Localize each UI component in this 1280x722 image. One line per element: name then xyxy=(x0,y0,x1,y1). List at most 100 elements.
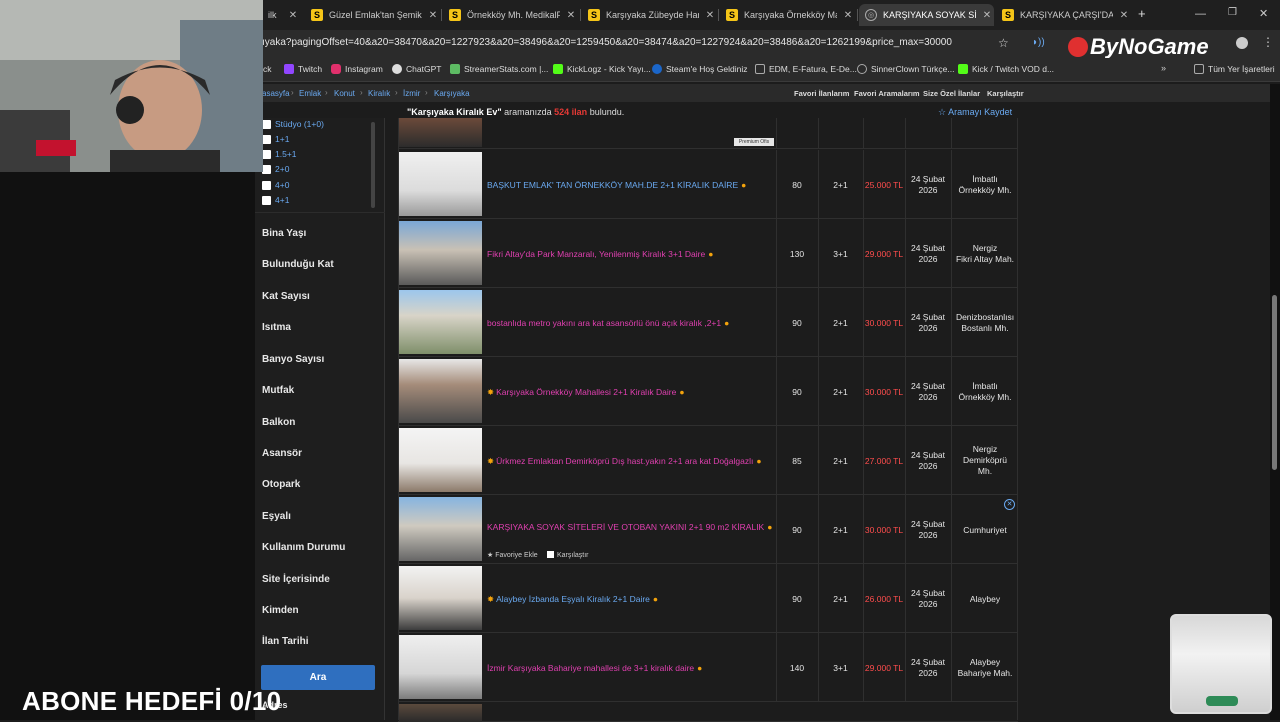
listing-title[interactable]: ✸ Alaybey İzbanda Eşyalı Kiralık 2+1 Dair… xyxy=(487,594,658,605)
room-list-scrollbar[interactable] xyxy=(371,122,375,208)
window-close-icon[interactable]: ✕ xyxy=(1259,7,1268,20)
room-checkbox-1.5+1[interactable] xyxy=(262,150,271,159)
breadcrumb-karsiyaka[interactable]: Karşıyaka xyxy=(434,89,470,98)
compare-link[interactable]: Karşılaştır xyxy=(987,89,1024,98)
filter-kitchen[interactable]: Mutfak xyxy=(262,385,294,396)
listing-row[interactable]: ✸ Alaybey İzbanda Eşyalı Kiralık 2+1 Dair… xyxy=(398,564,1018,633)
filter-in-complex[interactable]: Site İçerisinde xyxy=(262,574,330,585)
breadcrumb-konut[interactable]: Konut xyxy=(334,89,355,98)
listing-thumbnail[interactable] xyxy=(399,428,482,492)
browser-menu-icon[interactable]: ⋮ xyxy=(1262,35,1274,49)
listing-title[interactable]: Fikri Altay'da Park Manzaralı, Yenilenmi… xyxy=(487,249,713,259)
filter-heating[interactable]: Isıtma xyxy=(262,322,291,333)
browser-tab-6[interactable]: SKARŞIYAKA ÇARŞI'DA 3+✕ xyxy=(996,4,1131,26)
new-tab-button[interactable]: + xyxy=(1138,6,1146,21)
highlight-star-icon: ✸ xyxy=(487,456,495,466)
room-checkbox-studio[interactable] xyxy=(262,120,271,129)
bookmark-kick-vod[interactable]: Kick / Twitch VOD d... xyxy=(958,64,1054,74)
browser-tab-1[interactable]: S Güzel Emlak'tan Şemikler ✕ xyxy=(305,4,440,26)
browser-tab-2[interactable]: S Örnekköy Mh. MedikalPo ✕ xyxy=(443,4,578,26)
listing-row[interactable]: Fikri Altay'da Park Manzaralı, Yenilenmi… xyxy=(398,219,1018,288)
filter-listing-date[interactable]: İlan Tarihi xyxy=(262,636,309,647)
add-favorite-button[interactable]: ★ Favoriye Ekle xyxy=(487,551,538,559)
close-icon[interactable]: ✕ xyxy=(564,10,578,21)
listing-row[interactable]: BAŞKUT EMLAK' TAN ÖRNEKKÖY MAH.DE 2+1 Kİ… xyxy=(398,150,1018,219)
special-listings-link[interactable]: Size Özel İlanlar xyxy=(923,89,980,98)
hide-listing-icon[interactable]: ✕ xyxy=(1004,499,1015,510)
profile-avatar[interactable] xyxy=(1236,37,1248,49)
listing-thumbnail[interactable] xyxy=(399,704,482,722)
breadcrumb-emlak[interactable]: Emlak xyxy=(299,89,321,98)
listing-title[interactable]: İzmir Karşıyaka Bahariye mahallesi de 3+… xyxy=(487,663,702,673)
browser-tab-4[interactable]: S Karşıyaka Örnekköy Mah ✕ xyxy=(720,4,855,26)
filter-balcony[interactable]: Balkon xyxy=(262,417,295,428)
compare-checkbox[interactable]: Karşılaştır xyxy=(547,551,589,559)
page-scrollbar[interactable] xyxy=(1272,295,1277,470)
browser-tab-5-active[interactable]: ◎KARŞIYAKA SOYAK SİTELE✕ xyxy=(859,4,994,26)
checkbox[interactable] xyxy=(547,551,554,558)
close-icon[interactable]: ✕ xyxy=(703,10,717,21)
room-checkbox-4+1[interactable] xyxy=(262,196,271,205)
favorite-listings-link[interactable]: Favori İlanlarım xyxy=(794,89,849,98)
filter-elevator[interactable]: Asansör xyxy=(262,448,302,459)
close-icon[interactable]: ✕ xyxy=(841,10,855,21)
filter-floor-count[interactable]: Kat Sayısı xyxy=(262,291,310,302)
filter-from-whom[interactable]: Kimden xyxy=(262,605,299,616)
bookmark-star-icon[interactable]: ☆ xyxy=(998,36,1009,50)
listing-thumbnail[interactable] xyxy=(399,152,482,216)
listing-row-partial[interactable] xyxy=(398,702,1018,722)
listing-thumbnail[interactable] xyxy=(399,566,482,630)
listing-title[interactable]: ✸ Ürkmez Emlaktan Demirköprü Dış hast.yak… xyxy=(487,456,762,467)
browser-tab-partial[interactable]: ilk ✕ xyxy=(262,4,300,26)
extension-icon[interactable]: ◗)) xyxy=(1032,37,1045,48)
bookmark-edm[interactable]: EDM, E-Fatura, E-De... xyxy=(755,64,857,74)
listing-row[interactable]: bostanlıda metro yakını ara kat asansörl… xyxy=(398,288,1018,357)
listing-row-partial[interactable] xyxy=(398,118,1018,149)
room-checkbox-4+0[interactable] xyxy=(262,181,271,190)
filter-bathrooms[interactable]: Banyo Sayısı xyxy=(262,354,324,365)
chevron-right-icon[interactable]: » xyxy=(1161,63,1166,73)
close-icon[interactable]: ✕ xyxy=(426,10,440,21)
filter-parking[interactable]: Otopark xyxy=(262,479,300,490)
listing-row[interactable]: ✸ Karşıyaka Örnekköy Mahallesi 2+1 Kiralı… xyxy=(398,357,1018,426)
bookmark-steam[interactable]: Steam'e Hoş Geldiniz xyxy=(652,64,747,74)
listing-title[interactable]: KARŞIYAKA SOYAK SİTELERİ VE OTOBAN YAKIN… xyxy=(487,522,772,532)
filter-floor[interactable]: Bulunduğu Kat xyxy=(262,259,334,270)
room-checkbox-2+0[interactable] xyxy=(262,165,271,174)
filter-furnished[interactable]: Eşyalı xyxy=(262,511,291,522)
listing-row[interactable]: ✸ Ürkmez Emlaktan Demirköprü Dış hast.yak… xyxy=(398,426,1018,495)
browser-tab-3[interactable]: SKarşıyaka Zübeyde Hanım✕ xyxy=(582,4,717,26)
breadcrumb-home[interactable]: asasyfa xyxy=(262,89,290,98)
listing-thumbnail[interactable] xyxy=(399,290,482,354)
bookmark-chatgpt[interactable]: ChatGPT xyxy=(392,64,441,74)
listing-title[interactable]: BAŞKUT EMLAK' TAN ÖRNEKKÖY MAH.DE 2+1 Kİ… xyxy=(487,180,746,190)
listing-thumbnail[interactable] xyxy=(399,221,482,285)
save-search-link[interactable]: ☆ Aramayı Kaydet xyxy=(938,107,1012,118)
breadcrumb-izmir[interactable]: İzmir xyxy=(403,89,420,98)
listing-thumbnail[interactable] xyxy=(399,635,482,699)
bookmark-sinnerclown[interactable]: SinnerClown Türkçe... xyxy=(857,64,954,74)
all-bookmarks[interactable]: Tüm Yer İşaretleri xyxy=(1194,64,1275,74)
favorite-searches-link[interactable]: Favori Aramalarım xyxy=(854,89,920,98)
listing-thumbnail[interactable] xyxy=(399,359,482,423)
listing-thumbnail[interactable] xyxy=(399,497,482,561)
url-field[interactable]: ıyaka?pagingOffset=40&a20=38470&a20=1227… xyxy=(262,37,952,48)
listing-row[interactable]: İzmir Karşıyaka Bahariye mahallesi de 3+… xyxy=(398,633,1018,702)
minimize-icon[interactable]: — xyxy=(1195,8,1206,20)
close-icon[interactable]: ✕ xyxy=(286,10,300,21)
listing-title[interactable]: bostanlıda metro yakını ara kat asansörl… xyxy=(487,318,729,328)
filter-usage-status[interactable]: Kullanım Durumu xyxy=(262,542,345,553)
breadcrumb-kiralik[interactable]: Kiralık xyxy=(368,89,390,98)
listing-title[interactable]: ✸ Karşıyaka Örnekköy Mahallesi 2+1 Kiralı… xyxy=(487,387,685,398)
close-icon[interactable]: ✕ xyxy=(1117,10,1131,21)
maximize-icon[interactable]: ❐ xyxy=(1228,7,1237,18)
listing-thumbnail[interactable] xyxy=(399,118,482,147)
bookmark-item[interactable]: ck xyxy=(263,64,272,74)
bookmark-instagram[interactable]: Instagram xyxy=(331,64,383,74)
filter-building-age[interactable]: Bina Yaşı xyxy=(262,228,306,239)
bookmark-streamerstats[interactable]: StreamerStats.com |... xyxy=(450,64,548,74)
close-icon[interactable]: ✕ xyxy=(980,10,994,21)
bookmark-kicklogz[interactable]: KickLogz - Kick Yayı... xyxy=(553,64,651,74)
bookmark-twitch[interactable]: Twitch xyxy=(284,64,322,74)
room-checkbox-1+1[interactable] xyxy=(262,135,271,144)
